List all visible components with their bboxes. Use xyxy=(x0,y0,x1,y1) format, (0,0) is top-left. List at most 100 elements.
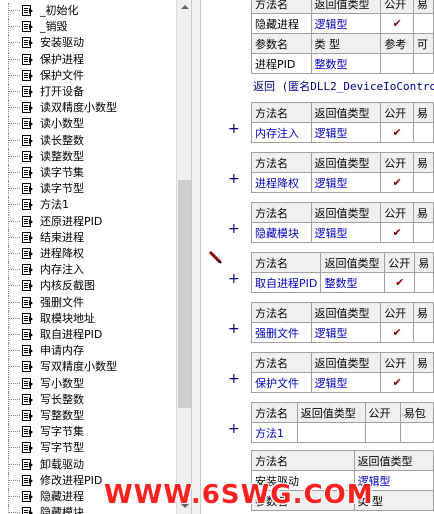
public-check[interactable] xyxy=(364,422,401,443)
tree-item[interactable]: 读字节型 xyxy=(0,181,176,198)
scroll-up-button[interactable] xyxy=(177,0,192,15)
public-check[interactable]: ✔ xyxy=(380,372,414,393)
method-name-cell[interactable]: 内存注入 xyxy=(251,122,312,143)
tree-item[interactable]: 写小数型 xyxy=(0,375,176,392)
tree-item[interactable]: 卸载驱动 xyxy=(0,456,176,473)
tree-item-label: 内存注入 xyxy=(40,263,84,277)
tree-item[interactable]: 取模块地址 xyxy=(0,310,176,327)
site-watermark: WWW.6SWG.COM xyxy=(104,480,374,510)
method-name-cell[interactable]: 取自进程PID xyxy=(250,272,322,293)
tree-item-label: 取模块地址 xyxy=(40,311,95,325)
procedure-icon xyxy=(22,507,33,514)
expand-plus-icon[interactable]: + xyxy=(228,371,240,387)
tree-item[interactable]: 强删文件 xyxy=(0,294,176,311)
pencil-icon xyxy=(208,250,222,264)
return-type-cell[interactable]: 逻辑型 xyxy=(310,13,382,34)
tree-item[interactable]: 保护进程 xyxy=(0,51,176,68)
tree-item[interactable]: 读长整数 xyxy=(0,132,176,149)
tree-item[interactable]: 结束进程 xyxy=(0,229,176,246)
tree-item[interactable]: 进程降权 xyxy=(0,246,176,262)
procedure-icon xyxy=(22,393,33,405)
param-header-name: 参数名 xyxy=(251,33,312,54)
tree-item[interactable]: 打开设备 xyxy=(0,84,176,100)
procedure-tree[interactable]: _初始化 _销毁 安装驱动 保护进程 保护文件 打开设备 读双精度小数型 读小数型读长整数 读整… xyxy=(0,0,176,514)
tree-item-label: 强删文件 xyxy=(40,295,84,309)
method-name-cell[interactable]: 隐藏进程 xyxy=(251,13,312,34)
code-editor[interactable]: 方法名 返回值类型 公开易 隐藏进程 逻辑型 ✔ 参数名类 型参考可 进程PID 整数型 … xyxy=(201,0,434,514)
col-header-method: 方法名 xyxy=(251,102,312,123)
procedure-icon xyxy=(22,345,33,357)
code-line-return[interactable]: 返回 (匿名DLL2_DeviceIoControl xyxy=(253,78,434,94)
col-header-easy: 易 xyxy=(412,0,434,14)
tree-item-label: 写双精度小数型 xyxy=(40,360,117,374)
expand-plus-icon[interactable]: + xyxy=(228,221,240,237)
tree-item[interactable]: 写双精度小数型 xyxy=(0,359,176,376)
procedure-icon xyxy=(22,37,33,49)
expand-plus-icon[interactable]: + xyxy=(228,271,240,287)
public-check[interactable]: ✔ xyxy=(384,272,416,293)
procedure-icon xyxy=(22,377,33,389)
expand-plus-icon[interactable]: + xyxy=(228,171,240,187)
param-name-cell[interactable]: 进程PID xyxy=(251,53,312,74)
tree-item[interactable]: 取自进程PID xyxy=(0,327,176,343)
col-header-public: 公开 xyxy=(380,152,414,173)
tree-item[interactable]: 写字节型 xyxy=(0,440,176,457)
method-name-cell[interactable]: 保护文件 xyxy=(251,372,312,393)
pane-splitter[interactable] xyxy=(191,0,201,514)
tree-item[interactable]: 读字节集 xyxy=(0,165,176,181)
tree-item[interactable]: _初始化 xyxy=(0,3,176,19)
procedure-icon xyxy=(22,118,33,130)
return-type-cell[interactable]: 整数型 xyxy=(320,272,386,293)
tree-item[interactable]: 方法1 xyxy=(0,197,176,214)
tree-item[interactable]: 安装驱动 xyxy=(0,35,176,52)
tree-item[interactable]: 读小数型 xyxy=(0,116,176,133)
public-check[interactable]: ✔ xyxy=(380,322,414,343)
tree-item[interactable]: 写字节集 xyxy=(0,424,176,441)
procedure-icon xyxy=(22,248,33,259)
tree-item[interactable]: 还原进程PID xyxy=(0,213,176,230)
tree-item[interactable]: 保护文件 xyxy=(0,67,176,84)
expand-plus-icon[interactable]: + xyxy=(228,121,240,137)
return-type-cell[interactable]: 逻辑型 xyxy=(310,122,382,143)
tree-item[interactable]: 写整数型 xyxy=(0,408,176,424)
method-name-cell[interactable]: 进程降权 xyxy=(251,172,312,193)
col-header-method: 方法名 xyxy=(251,302,312,323)
public-check[interactable]: ✔ xyxy=(380,122,414,143)
return-type-cell[interactable]: 逻辑型 xyxy=(310,222,382,243)
tree-item[interactable]: 申请内存 xyxy=(0,343,176,360)
tree-item[interactable]: 内存注入 xyxy=(0,262,176,279)
tree-item-label: 读小数型 xyxy=(40,117,84,131)
tree-item-label: 方法1 xyxy=(40,198,69,212)
param-header-opt: 可 xyxy=(412,33,434,54)
procedure-icon xyxy=(22,329,33,340)
tree-item-label: _初始化 xyxy=(40,4,79,17)
tree-item[interactable]: _销毁 xyxy=(0,19,176,36)
return-type-cell[interactable]: 逻辑型 xyxy=(310,372,382,393)
expand-plus-icon[interactable]: + xyxy=(228,321,240,337)
tree-item[interactable]: 读双精度小数型 xyxy=(0,100,176,117)
public-check[interactable]: ✔ xyxy=(380,13,414,34)
return-type-cell[interactable]: 逻辑型 xyxy=(310,172,382,193)
return-type-cell[interactable]: 逻辑型 xyxy=(310,322,382,343)
return-type-cell[interactable] xyxy=(296,422,366,443)
method-name-cell[interactable]: 强删文件 xyxy=(251,322,312,343)
col-header-return: 返回值类型 xyxy=(310,352,382,373)
method-name-cell[interactable]: 隐藏模块 xyxy=(251,222,312,243)
public-check[interactable]: ✔ xyxy=(380,172,414,193)
public-check[interactable]: ✔ xyxy=(380,222,414,243)
tree-item[interactable]: 读整数型 xyxy=(0,148,176,165)
tree-scrollbar[interactable] xyxy=(176,0,192,514)
procedure-icon xyxy=(22,491,33,502)
tree-item[interactable]: 内核反截图 xyxy=(0,278,176,295)
method-name-cell[interactable]: 方法1 xyxy=(251,422,298,443)
expand-plus-icon[interactable]: + xyxy=(228,421,240,437)
tree-item-label: 取自进程PID xyxy=(40,328,103,341)
param-type-cell[interactable]: 整数型 xyxy=(310,53,382,74)
col-header-return: 返回值类型 xyxy=(310,0,382,14)
tree-item-label: 读长整数 xyxy=(40,133,84,147)
tree-item-label: 写字节型 xyxy=(40,441,84,455)
scroll-thumb[interactable] xyxy=(178,180,191,408)
tree-item[interactable]: 写长整数 xyxy=(0,391,176,408)
method-table: 方法名 返回值类型 公开易强删文件 逻辑型 ✔ xyxy=(251,302,434,343)
procedure-icon xyxy=(22,296,33,308)
